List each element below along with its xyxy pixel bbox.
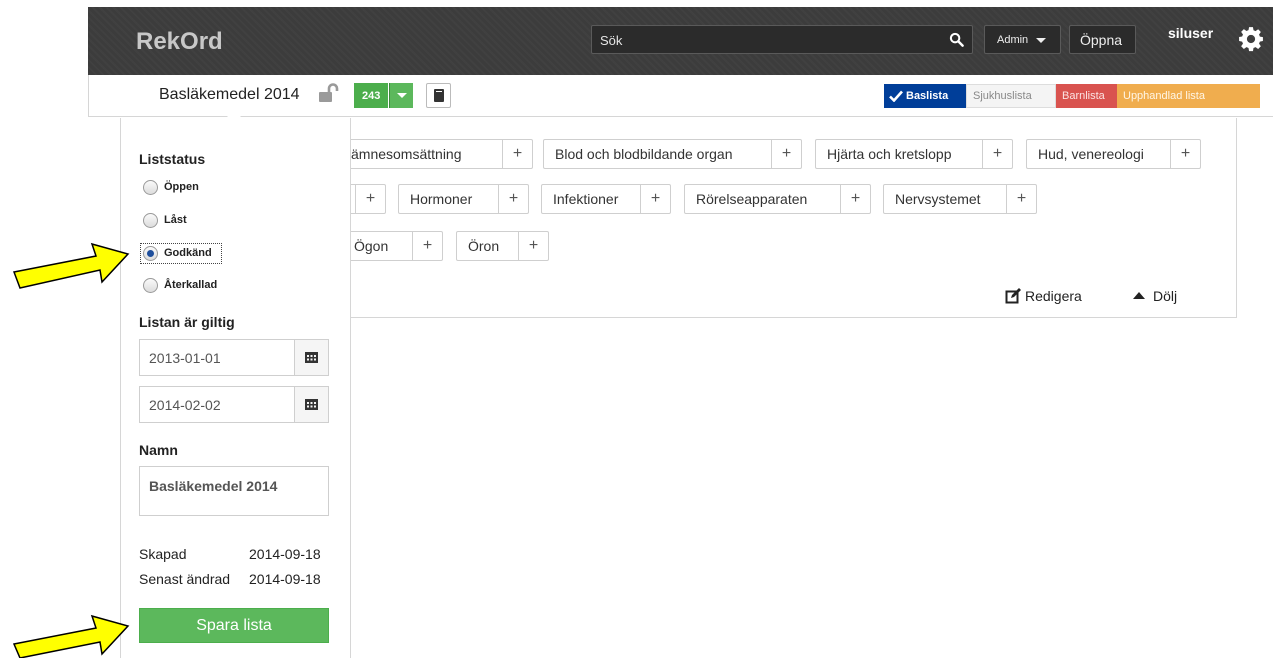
category-pill[interactable]: Nervsystemet + — [883, 184, 1037, 214]
list-title: Basläkemedel 2014 — [159, 86, 300, 103]
plus-icon[interactable]: + — [1170, 140, 1200, 168]
book-button[interactable] — [426, 83, 451, 108]
admin-label: Admin — [997, 34, 1029, 46]
category-label: Hormoner — [410, 191, 473, 207]
username[interactable]: siluser — [1168, 25, 1213, 41]
plus-icon[interactable]: + — [518, 232, 548, 260]
search-input[interactable]: Sök — [591, 25, 973, 54]
count-dropdown-toggle[interactable] — [389, 83, 413, 108]
category-pill[interactable]: Rörelseapparaten + — [684, 184, 871, 214]
check-icon — [889, 90, 903, 102]
modified-label: Senast ändrad — [139, 571, 231, 587]
search-placeholder: Sök — [600, 33, 623, 48]
name-textarea[interactable]: Basläkemedel 2014 — [139, 466, 329, 516]
calendar-icon — [305, 352, 318, 363]
category-label: ämnesomsättning — [351, 146, 462, 162]
category-label: Blod och blodbildande organ — [555, 146, 733, 162]
valid-from-value: 2013-01-01 — [149, 350, 221, 366]
chevron-down-icon — [397, 93, 407, 98]
hide-link[interactable]: Dölj — [1153, 288, 1177, 304]
calendar-button[interactable] — [294, 340, 328, 375]
save-list-button[interactable]: Spara lista — [139, 608, 329, 643]
radio-label: Låst — [164, 214, 187, 226]
category-label: Infektioner — [553, 191, 619, 207]
category-label: Nervsystemet — [895, 191, 981, 207]
created-value: 2014-09-18 — [249, 546, 321, 562]
calendar-icon — [305, 399, 318, 410]
edit-link[interactable]: Redigera — [1025, 288, 1082, 304]
radio-last[interactable] — [143, 213, 158, 228]
brand-logo[interactable]: RekOrd — [136, 28, 223, 56]
gear-icon[interactable] — [1238, 26, 1264, 52]
category-pill[interactable]: Hormoner + — [398, 184, 529, 214]
book-icon — [434, 89, 444, 102]
count-button[interactable]: 243 — [354, 83, 388, 108]
caret-up-icon — [1133, 292, 1145, 299]
category-pill[interactable]: Öron + — [456, 231, 549, 261]
name-value: Basläkemedel 2014 — [149, 478, 278, 494]
unlock-icon[interactable] — [318, 83, 340, 103]
valid-to-field[interactable]: 2014-02-02 — [139, 386, 329, 423]
count-value: 243 — [362, 90, 381, 102]
radio-label: Återkallad — [164, 279, 218, 291]
plus-icon[interactable]: + — [412, 232, 442, 260]
plus-icon[interactable]: + — [840, 185, 870, 213]
calendar-button[interactable] — [294, 387, 328, 422]
popup-notch — [226, 110, 242, 118]
created-label: Skapad — [139, 546, 187, 562]
plus-icon[interactable]: + — [640, 185, 670, 213]
list-settings-popup: Liststatus Öppen Låst Godkänd Återkallad… — [120, 110, 351, 658]
category-label: Öron — [468, 238, 500, 254]
valid-to-value: 2014-02-02 — [149, 397, 221, 413]
valid-header: Listan är giltig — [139, 314, 235, 330]
search-icon[interactable] — [949, 32, 964, 47]
category-pill[interactable]: Blod och blodbildande organ + — [543, 139, 802, 169]
open-button[interactable]: Öppna — [1069, 25, 1136, 54]
plus-icon[interactable]: + — [498, 185, 528, 213]
category-pill[interactable]: Hud, venereologi + — [1026, 139, 1201, 169]
radio-label: Öppen — [164, 181, 199, 193]
radio-godkand[interactable] — [143, 246, 158, 261]
tag-sjukhuslista[interactable]: Sjukhuslista — [966, 84, 1056, 108]
category-pill[interactable]: Infektioner + — [541, 184, 671, 214]
top-navbar: RekOrd Sök Admin Öppna siluser — [88, 7, 1273, 75]
category-label: Ögon — [354, 238, 389, 254]
plus-icon[interactable]: + — [982, 140, 1012, 168]
admin-dropdown-button[interactable]: Admin — [984, 25, 1061, 54]
category-pill[interactable]: Hjärta och kretslopp + — [815, 139, 1013, 169]
plus-icon[interactable]: + — [502, 140, 532, 168]
arrow-annotation-icon — [12, 614, 130, 658]
name-header: Namn — [139, 442, 178, 458]
open-label: Öppna — [1080, 32, 1123, 48]
category-label: Rörelseapparaten — [696, 191, 808, 207]
category-label: Hjärta och kretslopp — [827, 146, 952, 162]
chevron-down-icon — [1036, 38, 1046, 43]
valid-from-field[interactable]: 2013-01-01 — [139, 339, 329, 376]
tag-upphandlad-lista[interactable]: Upphandlad lista — [1117, 84, 1260, 108]
arrow-annotation-icon — [12, 242, 130, 289]
tag-baslista[interactable]: Baslista — [884, 84, 966, 108]
status-header: Liststatus — [139, 151, 206, 167]
list-toolbar: Basläkemedel 2014 243 Baslista Sjukhusli… — [88, 75, 1273, 117]
edit-icon[interactable] — [1005, 288, 1021, 304]
category-label: Hud, venereologi — [1038, 146, 1144, 162]
radio-aterkallad[interactable] — [143, 278, 158, 293]
plus-icon[interactable]: + — [355, 185, 385, 213]
radio-oppen[interactable] — [143, 180, 158, 195]
radio-label: Godkänd — [164, 247, 212, 259]
tag-barnlista[interactable]: Barnlista — [1056, 84, 1117, 108]
modified-value: 2014-09-18 — [249, 571, 321, 587]
tag-label: Baslista — [906, 90, 949, 102]
plus-icon[interactable]: + — [771, 140, 801, 168]
plus-icon[interactable]: + — [1006, 185, 1036, 213]
